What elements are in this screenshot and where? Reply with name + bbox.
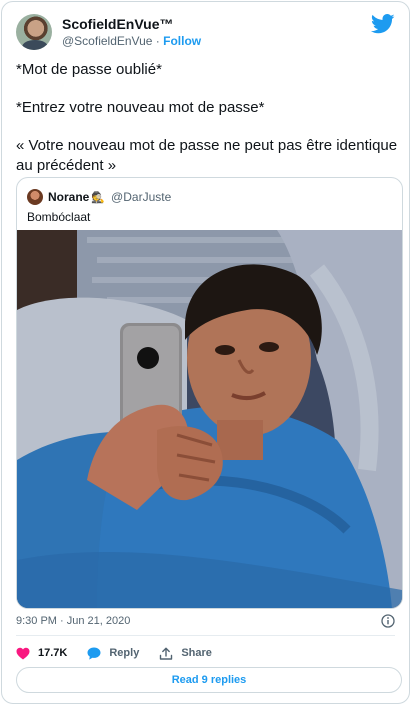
reply-bubble-icon xyxy=(87,647,101,660)
share-button[interactable]: Share xyxy=(159,647,212,660)
quoted-text: Bombóclaat xyxy=(27,210,91,224)
author-block: ScofieldEnVue™ @ScofieldEnVue · Follow xyxy=(62,16,201,49)
author-display-name[interactable]: ScofieldEnVue™ xyxy=(62,16,201,33)
heart-icon xyxy=(16,647,30,659)
read-replies-button[interactable]: Read 9 replies xyxy=(16,667,402,693)
tweet-timestamp[interactable]: 9:30 PM · Jun 21, 2020 xyxy=(16,615,130,627)
info-icon[interactable] xyxy=(381,614,395,628)
quoted-photo[interactable] xyxy=(17,230,402,609)
share-label: Share xyxy=(181,647,212,659)
quoted-avatar xyxy=(27,189,43,205)
follow-link[interactable]: Follow xyxy=(163,34,201,48)
tweet-text: *Mot de passe oublié* *Entrez votre nouv… xyxy=(16,60,401,194)
quoted-display-name: Norane xyxy=(48,190,90,204)
action-bar: 17.7K Reply Share xyxy=(16,645,232,661)
detective-emoji: 🕵 xyxy=(91,191,106,204)
quoted-handle: @DarJuste xyxy=(111,190,172,204)
tweet-paragraph: « Votre nouveau mot de passe ne peut pas… xyxy=(16,137,398,174)
share-icon xyxy=(160,647,173,660)
tweet-paragraph: *Mot de passe oublié* xyxy=(16,61,162,78)
author-handle[interactable]: @ScofieldEnVue xyxy=(62,34,152,48)
like-button[interactable]: 17.7K xyxy=(16,647,67,660)
divider xyxy=(16,635,395,636)
quoted-tweet[interactable]: Norane 🕵 @DarJuste Bombóclaat xyxy=(16,177,403,609)
reply-button[interactable]: Reply xyxy=(87,647,139,660)
quoted-header: Norane 🕵 @DarJuste xyxy=(27,188,171,206)
like-count: 17.7K xyxy=(38,647,68,659)
tweet-paragraph: *Entrez votre nouveau mot de passe* xyxy=(16,99,265,116)
reply-label: Reply xyxy=(109,647,140,659)
author-handle-row: @ScofieldEnVue · Follow xyxy=(62,33,201,49)
tweet-card: ScofieldEnVue™ @ScofieldEnVue · Follow *… xyxy=(1,1,410,704)
author-avatar[interactable] xyxy=(16,14,52,50)
handle-separator: · xyxy=(152,34,164,48)
twitter-bird-icon[interactable] xyxy=(371,14,395,34)
tweet-header: ScofieldEnVue™ @ScofieldEnVue · Follow xyxy=(16,14,395,52)
